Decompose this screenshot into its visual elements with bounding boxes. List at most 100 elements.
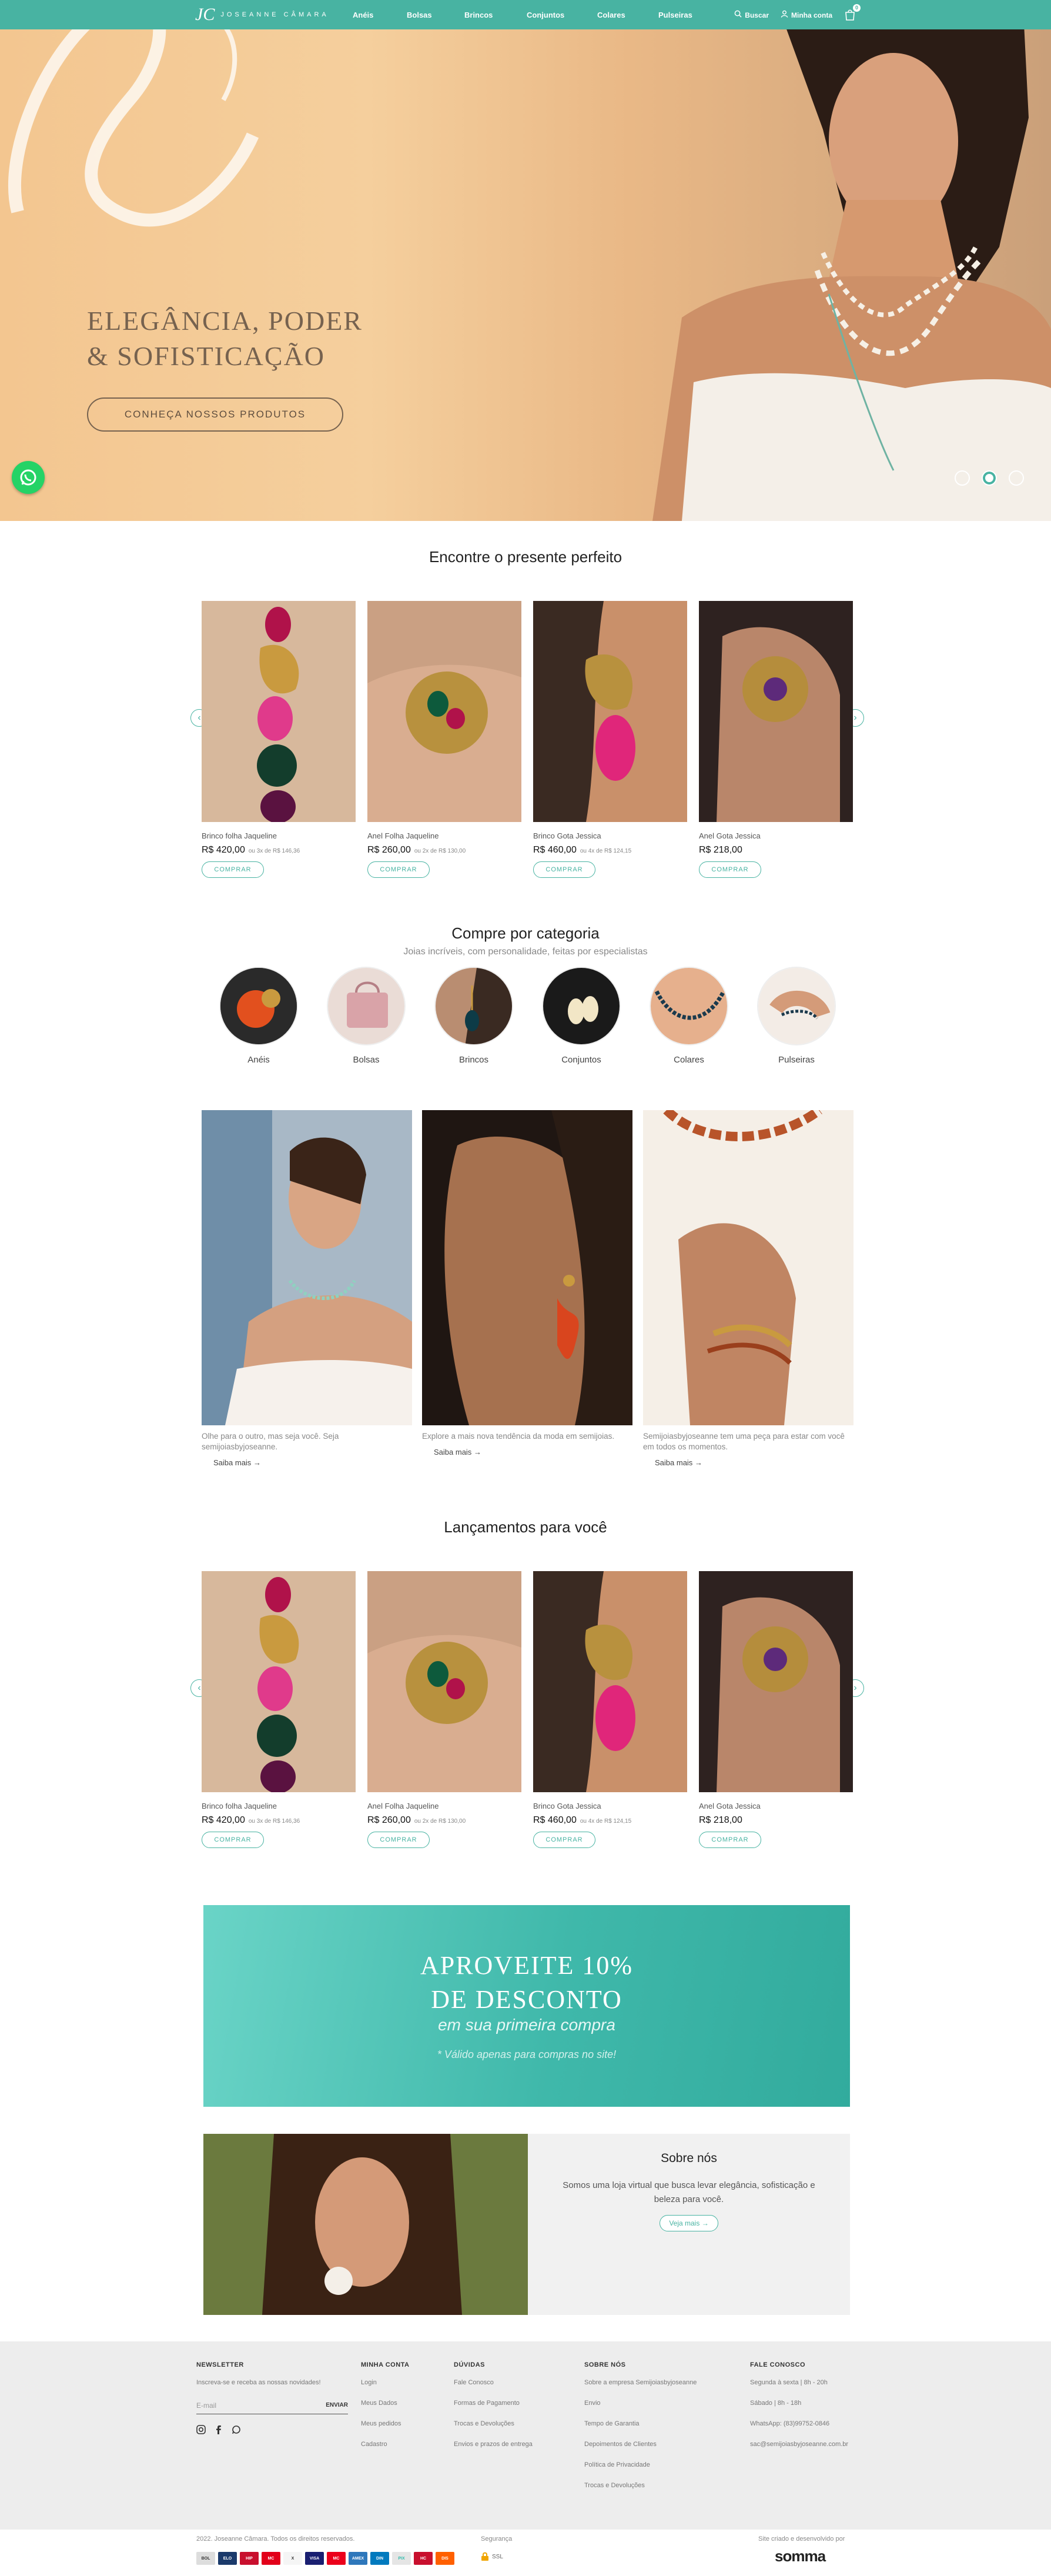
product-name[interactable]: Anel Gota Jessica	[699, 1802, 853, 1810]
account-button[interactable]: Minha conta	[781, 10, 832, 19]
footer-link[interactable]: Fale Conosco	[454, 2379, 533, 2386]
buy-button[interactable]: COMPRAR	[533, 861, 595, 878]
footer-link[interactable]: Cadastro	[361, 2441, 410, 2448]
footer-link[interactable]: Envio	[584, 2400, 697, 2407]
send-button[interactable]: ENVIAR	[326, 2402, 348, 2408]
product-name[interactable]: Anel Gota Jessica	[699, 831, 853, 840]
instagram-icon[interactable]	[196, 2425, 206, 2434]
footer-link[interactable]: Sobre a empresa Semijoiasbyjoseanne	[584, 2379, 697, 2386]
feature-image[interactable]	[422, 1110, 632, 1425]
category-image[interactable]	[542, 967, 621, 1045]
category-image[interactable]	[757, 967, 836, 1045]
product-image[interactable]	[367, 1571, 521, 1792]
nav-colares[interactable]: Colares	[597, 11, 625, 19]
footer-link[interactable]: Meus Dados	[361, 2400, 410, 2407]
product-card[interactable]: Brinco folha Jaqueline R$ 420,00 ou 3x de…	[202, 1571, 356, 1848]
buy-button[interactable]: COMPRAR	[699, 861, 761, 878]
site-logo[interactable]: JC JOSEANNE CÂMARA	[195, 6, 329, 24]
learn-more-link[interactable]: Saiba mais →	[655, 1458, 853, 1467]
buy-button[interactable]: COMPRAR	[533, 1832, 595, 1848]
category-image[interactable]	[434, 967, 513, 1045]
feature-image[interactable]	[643, 1110, 853, 1425]
product-card[interactable]: Anel Gota Jessica R$ 218,00 COMPRAR	[699, 601, 853, 878]
footer-link[interactable]: WhatsApp: (83)99752-0846	[750, 2420, 848, 2427]
carousel-dot-3[interactable]	[1009, 470, 1024, 486]
category-label[interactable]: Anéis	[217, 1055, 300, 1065]
carousel-dot-2[interactable]	[982, 470, 997, 486]
category-label[interactable]: Pulseiras	[755, 1055, 838, 1065]
product-name[interactable]: Anel Folha Jaqueline	[367, 831, 521, 840]
buy-button[interactable]: COMPRAR	[367, 1832, 430, 1848]
category-label[interactable]: Brincos	[433, 1055, 515, 1065]
whatsapp-button[interactable]	[12, 461, 45, 494]
developer-logo[interactable]: somma	[775, 2547, 826, 2565]
category-pulseiras[interactable]: Pulseiras	[755, 967, 838, 1065]
carousel-dot-1[interactable]	[955, 470, 970, 486]
category-conjuntos[interactable]: Conjuntos	[540, 967, 622, 1065]
product-name[interactable]: Brinco folha Jaqueline	[202, 1802, 356, 1810]
footer-link[interactable]: Política de Privacidade	[584, 2461, 697, 2468]
footer-link[interactable]: Login	[361, 2379, 410, 2386]
product-image[interactable]	[202, 601, 356, 822]
footer-link[interactable]: Formas de Pagamento	[454, 2400, 533, 2407]
buy-button[interactable]: COMPRAR	[202, 861, 264, 878]
product-image[interactable]	[699, 1571, 853, 1792]
footer-link[interactable]: Trocas e Devoluções	[454, 2420, 533, 2427]
category-image[interactable]	[327, 967, 406, 1045]
footer-link[interactable]: Meus pedidos	[361, 2420, 410, 2427]
footer-link[interactable]: Tempo de Garantia	[584, 2420, 697, 2427]
about-more-button[interactable]: Veja mais →	[660, 2215, 718, 2231]
product-card[interactable]: Brinco Gota Jessica R$ 460,00 ou 4x de R$…	[533, 1571, 687, 1848]
product-image[interactable]	[533, 1571, 687, 1792]
category-label[interactable]: Conjuntos	[540, 1055, 622, 1065]
nav-conjuntos[interactable]: Conjuntos	[527, 11, 564, 19]
product-card[interactable]: Anel Gota Jessica R$ 218,00 COMPRAR	[699, 1571, 853, 1848]
facebook-icon[interactable]	[214, 2425, 223, 2434]
nav-bolsas[interactable]: Bolsas	[407, 11, 432, 19]
category-image[interactable]	[650, 967, 728, 1045]
product-name[interactable]: Brinco Gota Jessica	[533, 1802, 687, 1810]
product-name[interactable]: Brinco Gota Jessica	[533, 831, 687, 840]
feature-card[interactable]: Olhe para o outro, mas seja você. Seja s…	[202, 1110, 412, 1467]
feature-image[interactable]	[202, 1110, 412, 1425]
whatsapp-small-icon[interactable]	[232, 2425, 241, 2434]
learn-more-link[interactable]: Saiba mais →	[213, 1458, 412, 1467]
product-card[interactable]: Anel Folha Jaqueline R$ 260,00 ou 2x de R…	[367, 601, 521, 878]
product-card[interactable]: Brinco folha Jaqueline R$ 420,00 ou 3x de…	[202, 601, 356, 878]
footer-link[interactable]: Depoimentos de Clientes	[584, 2441, 697, 2448]
category-brincos[interactable]: Brincos	[433, 967, 515, 1065]
footer-link[interactable]: Envios e prazos de entrega	[454, 2441, 533, 2448]
search-button[interactable]: Buscar	[734, 10, 769, 19]
nav-brincos[interactable]: Brincos	[464, 11, 493, 19]
product-card[interactable]: Brinco Gota Jessica R$ 460,00 ou 4x de R$…	[533, 601, 687, 878]
product-card[interactable]: Anel Folha Jaqueline R$ 260,00 ou 2x de R…	[367, 1571, 521, 1848]
feature-card[interactable]: Explore a mais nova tendência da moda em…	[422, 1110, 632, 1456]
category-bolsas[interactable]: Bolsas	[325, 967, 407, 1065]
category-label[interactable]: Colares	[648, 1055, 730, 1065]
feature-card[interactable]: Semijoiasbyjoseanne tem uma peça para es…	[643, 1110, 853, 1467]
footer-link[interactable]: sac@semijoiasbyjoseanne.com.br	[750, 2441, 848, 2448]
nav-pulseiras[interactable]: Pulseiras	[658, 11, 692, 19]
buy-button[interactable]: COMPRAR	[367, 861, 430, 878]
category-label[interactable]: Bolsas	[325, 1055, 407, 1065]
footer-link[interactable]: Trocas e Devoluções	[584, 2482, 697, 2489]
email-input[interactable]: E-mail	[196, 2401, 216, 2410]
product-image[interactable]	[699, 601, 853, 822]
payment-icon: HIP	[240, 2552, 259, 2565]
product-image[interactable]	[202, 1571, 356, 1792]
discount-banner[interactable]: APROVEITE 10% DE DESCONTO em sua primeir…	[203, 1905, 850, 2107]
product-name[interactable]: Brinco folha Jaqueline	[202, 831, 356, 840]
payment-icon: X	[283, 2552, 302, 2565]
category-image[interactable]	[219, 967, 298, 1045]
buy-button[interactable]: COMPRAR	[699, 1832, 761, 1848]
category-colares[interactable]: Colares	[648, 967, 730, 1065]
shop-products-button[interactable]: CONHEÇA NOSSOS PRODUTOS	[87, 397, 343, 432]
product-image[interactable]	[533, 601, 687, 822]
learn-more-link[interactable]: Saiba mais →	[434, 1448, 632, 1456]
product-image[interactable]	[367, 601, 521, 822]
product-name[interactable]: Anel Folha Jaqueline	[367, 1802, 521, 1810]
category-aneis[interactable]: Anéis	[217, 967, 300, 1065]
cart-button[interactable]: 0	[844, 4, 861, 21]
nav-aneis[interactable]: Anéis	[353, 11, 373, 19]
buy-button[interactable]: COMPRAR	[202, 1832, 264, 1848]
